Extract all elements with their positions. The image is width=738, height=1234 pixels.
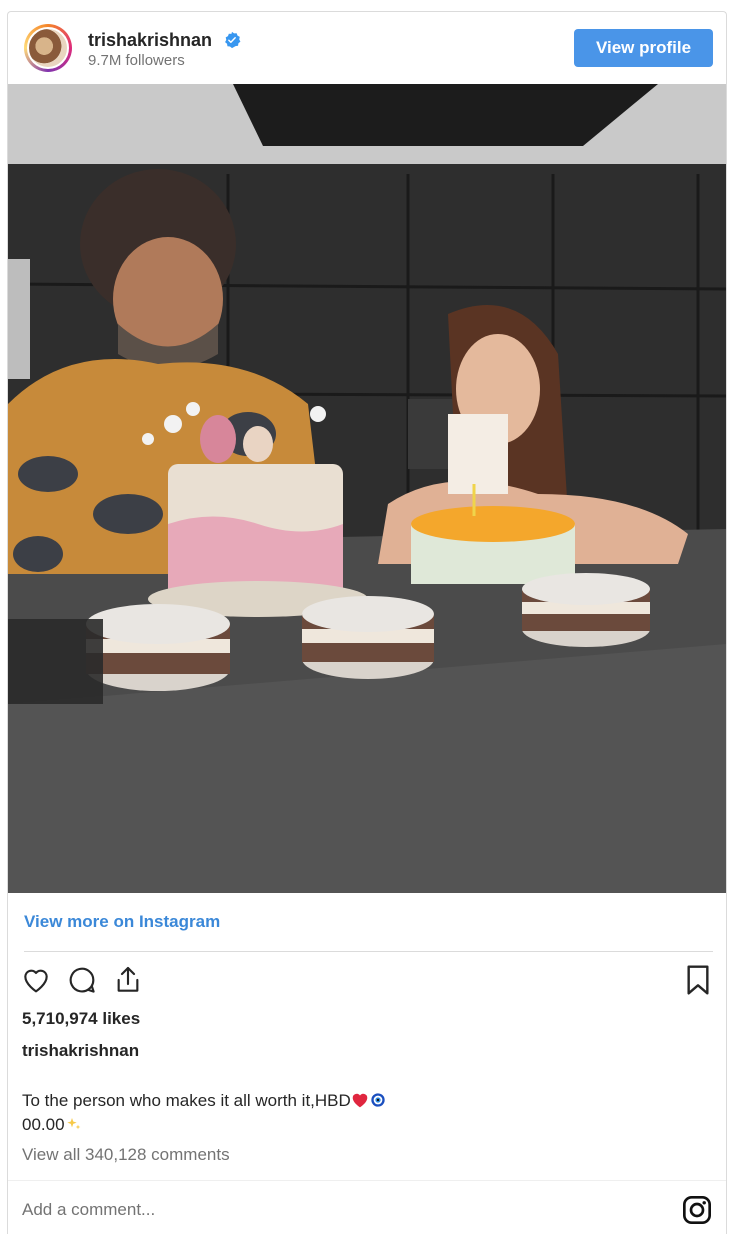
add-comment-input[interactable]: Add a comment... [22,1200,155,1220]
red-heart-icon [352,1093,368,1108]
caption-text-line1: To the person who makes it all worth it,… [22,1091,351,1110]
verified-badge-icon [225,31,241,49]
avatar-image [27,27,69,69]
photo-illustration [8,84,726,893]
post-header: trishakrishnan 9.7M followers View profi… [8,12,726,84]
evil-eye-icon [371,1093,385,1107]
action-bar [20,964,144,996]
comment-icon[interactable] [66,964,98,996]
view-profile-button[interactable]: View profile [574,29,713,67]
view-comments-link[interactable]: View all 340,128 comments [22,1145,230,1165]
heart-icon[interactable] [20,964,52,996]
instagram-embed-card: trishakrishnan 9.7M followers View profi… [7,11,727,1234]
avatar[interactable] [24,24,72,72]
follower-count: 9.7M followers [88,52,185,69]
post-caption: To the person who makes it all worth it,… [22,1089,522,1137]
instagram-logo-icon[interactable] [681,1194,713,1226]
view-more-link[interactable]: View more on Instagram [24,912,220,932]
post-photo[interactable] [8,84,726,893]
divider [8,1180,726,1181]
bookmark-icon[interactable] [684,964,712,996]
caption-text-line2: 00.00 [22,1115,65,1134]
share-icon[interactable] [112,964,144,996]
divider [24,951,713,952]
caption-username[interactable]: trishakrishnan [22,1041,139,1061]
username[interactable]: trishakrishnan [88,30,212,51]
like-count[interactable]: 5,710,974 likes [22,1009,140,1029]
sparkles-icon [66,1118,80,1130]
